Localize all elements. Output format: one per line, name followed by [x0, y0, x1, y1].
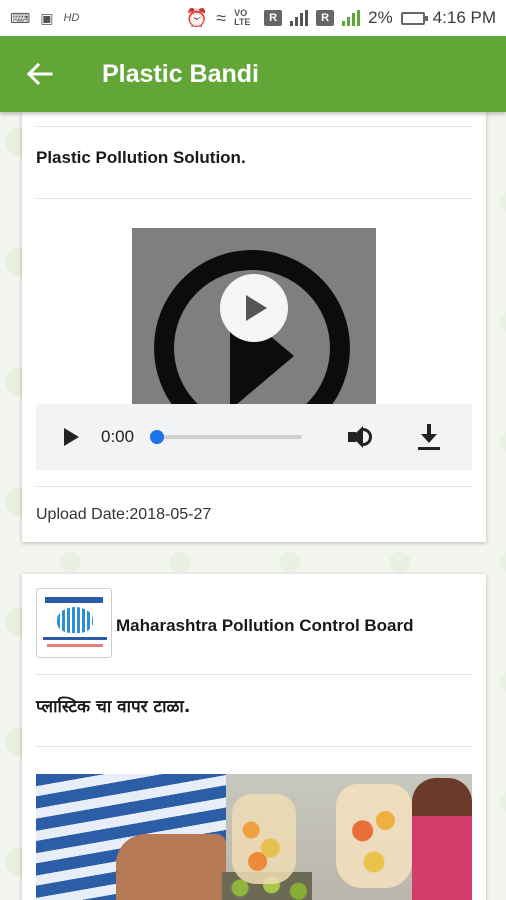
upload-date: Upload Date:2018-05-27	[36, 506, 212, 523]
divider	[36, 746, 472, 747]
battery-percent: 2%	[368, 8, 393, 27]
cast-icon: ▣	[40, 9, 54, 26]
post-image[interactable]	[36, 774, 472, 900]
app-bar: Plastic Bandi	[0, 36, 506, 112]
volte-icon: VO LTE	[234, 8, 251, 27]
current-time: 0:00	[101, 427, 135, 446]
org-name[interactable]: Maharashtra Pollution Control Board	[116, 616, 414, 636]
divider	[36, 198, 472, 199]
post-title: Plastic Pollution Solution.	[36, 148, 246, 167]
play-icon[interactable]	[64, 428, 79, 446]
page-title: Plastic Bandi	[102, 59, 259, 88]
seek-knob[interactable]	[150, 430, 165, 444]
divider	[36, 674, 472, 675]
post-card-image: Maharashtra Pollution Control Board प्ला…	[22, 574, 486, 900]
play-icon[interactable]	[220, 274, 288, 342]
post-title: प्लास्टिक चा वापर टाळा.	[36, 697, 191, 717]
seek-bar[interactable]	[150, 430, 303, 444]
divider	[36, 126, 472, 127]
volume-icon[interactable]	[348, 424, 374, 450]
sim2-roaming-icon: R	[316, 10, 335, 26]
signal1-icon	[290, 10, 309, 26]
keyboard-icon: ⌨	[10, 9, 31, 26]
video-thumbnail[interactable]	[132, 228, 376, 404]
alarm-icon: ⏰	[185, 7, 209, 28]
media-controls: 0:00	[36, 404, 472, 470]
download-icon[interactable]	[418, 424, 441, 450]
hd-icon: HD	[63, 12, 80, 24]
post-card-video: Plastic Pollution Solution. 0:00 Upload …	[22, 112, 486, 542]
signal2-icon	[342, 10, 361, 26]
sim1-roaming-icon: R	[264, 10, 283, 26]
clock: 4:16 PM	[432, 8, 496, 27]
org-logo[interactable]	[36, 588, 112, 658]
battery-icon	[400, 11, 428, 25]
divider	[36, 486, 472, 487]
back-arrow-icon[interactable]	[20, 54, 60, 94]
wifi-icon: ≈	[216, 7, 227, 28]
status-bar: ⌨ ▣ HD ⏰ ≈ VO LTE R R 2% 4:16 PM	[0, 0, 506, 36]
